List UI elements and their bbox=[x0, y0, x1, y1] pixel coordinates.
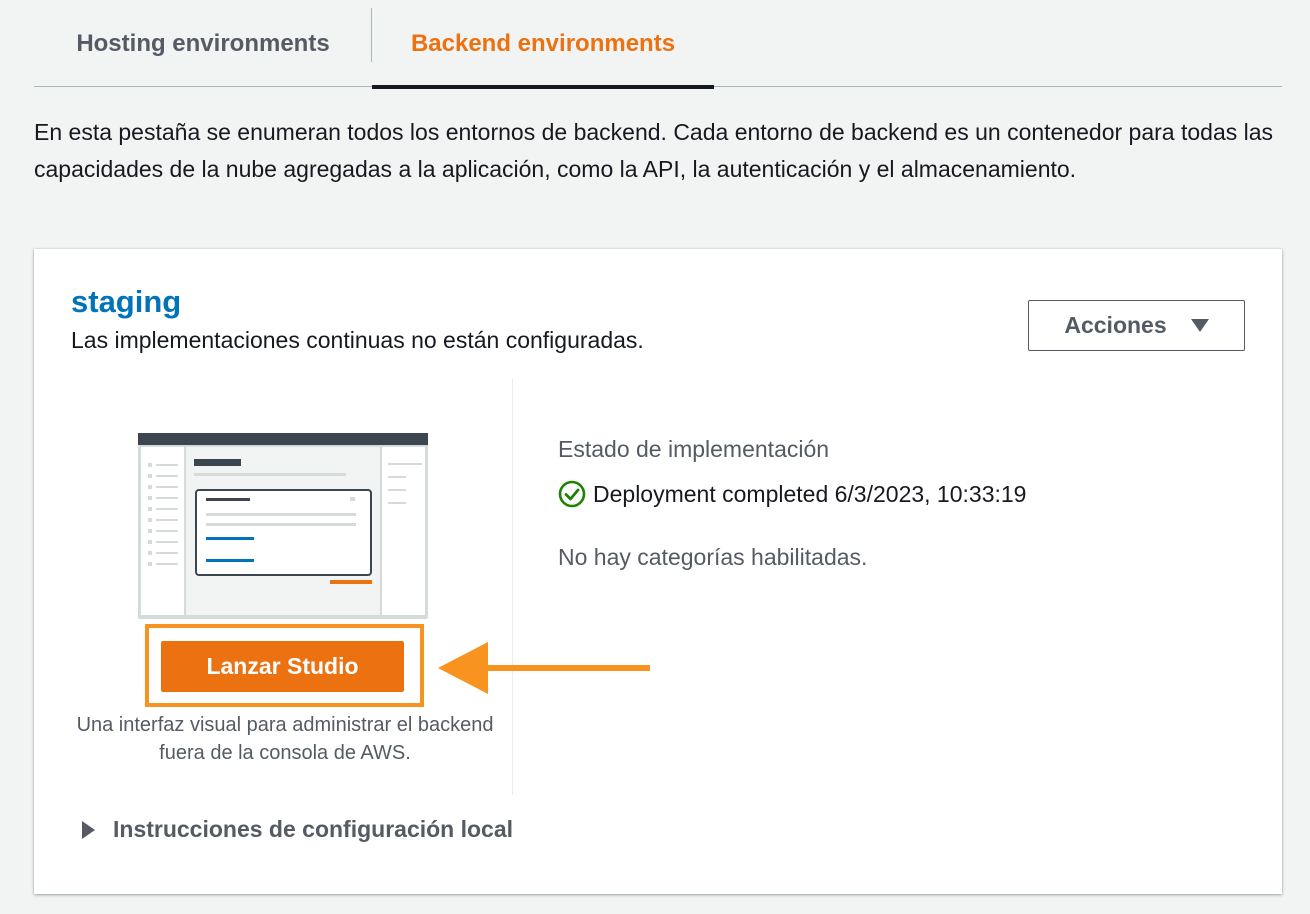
tab-hosting-environments[interactable]: Hosting environments bbox=[34, 0, 372, 87]
categories-text: No hay categorías habilitadas. bbox=[558, 544, 868, 570]
tab-backend-environments[interactable]: Backend environments bbox=[372, 0, 714, 89]
check-circle-icon bbox=[558, 480, 586, 508]
local-setup-expander[interactable]: Instrucciones de configuración local bbox=[82, 816, 513, 843]
studio-illustration bbox=[138, 433, 428, 619]
deployment-status: Deployment completed 6/3/2023, 10:33:19 bbox=[558, 480, 1026, 508]
environment-subtitle: Las implementaciones continuas no están … bbox=[71, 327, 644, 353]
caret-down-icon bbox=[1190, 319, 1209, 332]
arrow-left-icon bbox=[438, 642, 650, 694]
column-divider bbox=[512, 378, 513, 795]
actions-dropdown-button[interactable]: Acciones bbox=[1028, 300, 1245, 351]
caret-right-icon bbox=[82, 820, 95, 839]
launch-studio-caption: Una interfaz visual para administrar el … bbox=[76, 714, 494, 764]
deployment-status-label: Estado de implementación bbox=[558, 436, 830, 462]
deployment-status-text: Deployment completed 6/3/2023, 10:33:19 bbox=[593, 480, 1027, 507]
tab-description: En esta pestaña se enumeran todos los en… bbox=[34, 119, 1274, 182]
actions-label: Acciones bbox=[1064, 312, 1167, 338]
environment-name[interactable]: staging bbox=[71, 284, 181, 320]
local-setup-label: Instrucciones de configuración local bbox=[113, 816, 514, 842]
launch-studio-button[interactable]: Lanzar Studio bbox=[161, 641, 404, 692]
backend-environment-card: staging Las implementaciones continuas n… bbox=[34, 249, 1282, 894]
tab-bar: Hosting environments Backend environment… bbox=[34, 0, 1282, 89]
